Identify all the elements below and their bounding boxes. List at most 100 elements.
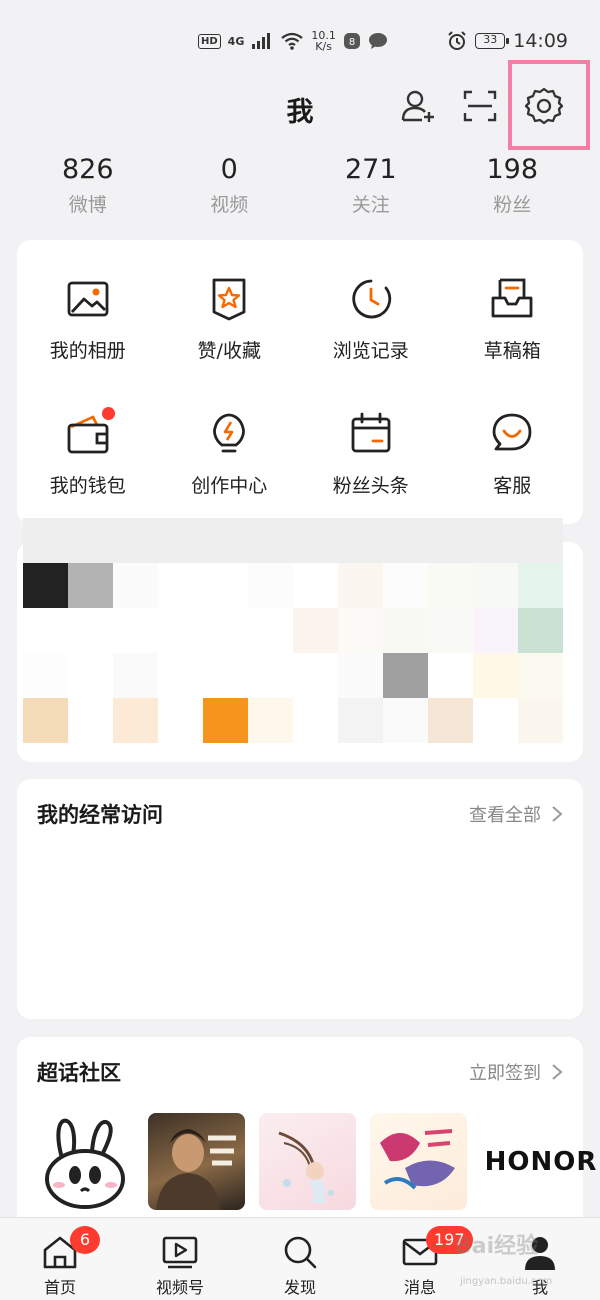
mosaic-cell (383, 698, 428, 743)
check-in-link[interactable]: 立即签到 (469, 1059, 563, 1085)
topic-thumb-drama[interactable] (370, 1113, 467, 1210)
tool-label: 草稿箱 (483, 340, 541, 362)
tool-label: 创作中心 (191, 475, 268, 497)
customer-service-icon (492, 413, 532, 451)
mosaic-cell (113, 653, 158, 698)
view-all-link[interactable]: 查看全部 (469, 801, 563, 827)
tab-video[interactable]: 视频号 (120, 1218, 240, 1300)
mosaic-cell (203, 563, 248, 608)
topic-thumb-movie[interactable] (148, 1113, 245, 1210)
stat-videos[interactable]: 0 视频 (159, 150, 301, 230)
watermark-subtext: jingyan.baidu.com (460, 1276, 553, 1287)
stat-value: 198 (486, 154, 539, 185)
mosaic-cell (113, 563, 158, 608)
stat-following[interactable]: 271 关注 (300, 150, 442, 230)
topic-thumb-bunny[interactable] (37, 1113, 134, 1210)
mosaic-cell (428, 608, 473, 653)
fans-headline-icon (351, 412, 391, 453)
tool-label: 赞/收藏 (197, 340, 261, 362)
mosaic-cell (68, 563, 113, 608)
honor-brand-text[interactable]: HONOR (481, 1113, 600, 1210)
network-type: 4G (227, 34, 245, 48)
signal-icon (252, 33, 271, 49)
alarm-icon (448, 31, 466, 50)
stat-weibo[interactable]: 826 微博 (17, 150, 159, 230)
banner-gray-strip (23, 518, 563, 563)
svg-text:8: 8 (349, 37, 355, 48)
mosaic-cell (518, 698, 563, 743)
tool-favorites[interactable]: 赞/收藏 (159, 254, 301, 389)
status-right-group: 33 14:09 (447, 30, 568, 52)
mosaic-cell (473, 698, 518, 743)
history-icon (352, 279, 391, 319)
settings-highlight-box (508, 60, 590, 150)
tab-label: 首页 (43, 1278, 76, 1297)
stat-followers[interactable]: 198 粉丝 (442, 150, 584, 230)
tool-label: 我的相册 (49, 340, 126, 362)
mosaic-cell (473, 563, 518, 608)
tool-drafts[interactable]: 草稿箱 (442, 254, 584, 389)
frequent-visits-title: 我的经常访问 (37, 803, 163, 827)
video-icon (162, 1236, 198, 1269)
tab-label: 视频号 (155, 1278, 204, 1297)
home-badge: 6 (70, 1226, 100, 1254)
battery-indicator: 33 (475, 33, 510, 49)
scan-icon[interactable] (460, 86, 500, 126)
tool-history[interactable]: 浏览记录 (300, 254, 442, 389)
mosaic-cell (473, 608, 518, 653)
stat-value: 0 (220, 154, 238, 185)
chevron-right-icon (552, 806, 563, 822)
mosaic-cell (383, 563, 428, 608)
tool-fans-headline[interactable]: 粉丝头条 (300, 389, 442, 524)
mosaic-cell (248, 608, 293, 653)
anime-girl-image (278, 1131, 334, 1203)
net-speed-unit: K/s (315, 40, 332, 53)
tool-label: 客服 (493, 475, 532, 497)
tool-wallet[interactable]: 我的钱包 (17, 389, 159, 524)
mosaic-cell (203, 653, 248, 698)
add-friend-icon[interactable] (398, 86, 438, 126)
tab-home[interactable]: 首页 6 (0, 1218, 120, 1300)
promo-banner[interactable] (17, 542, 583, 762)
topic-thumb-illustration[interactable] (259, 1113, 356, 1210)
creator-icon (213, 413, 246, 453)
status-left-group: HD 4G 10.1 K/s 8 (198, 30, 388, 52)
tab-label: 发现 (283, 1278, 316, 1297)
tools-card: 我的相册 赞/收藏 浏览记录 草稿箱 我的钱包 创作中心 粉丝头条 客服 (17, 240, 583, 524)
album-icon (67, 281, 109, 317)
mosaic-cell (68, 698, 113, 743)
view-all-label: 查看全部 (469, 805, 541, 826)
mosaic-cell (383, 608, 428, 653)
mosaic-cell (293, 608, 338, 653)
mosaic-cell (68, 653, 113, 698)
tab-discover[interactable]: 发现 (240, 1218, 360, 1300)
mosaic-cell (248, 563, 293, 608)
mosaic-cell (428, 653, 473, 698)
search-icon (284, 1236, 317, 1269)
tab-label: 消息 (403, 1278, 436, 1297)
stat-label: 关注 (351, 194, 390, 216)
tool-creator-center[interactable]: 创作中心 (159, 389, 301, 524)
mosaic-cell (23, 653, 68, 698)
mosaic-cell (158, 653, 203, 698)
stat-label: 微博 (68, 194, 107, 216)
tool-album[interactable]: 我的相册 (17, 254, 159, 389)
mosaic-cell (68, 608, 113, 653)
stat-value: 271 (344, 154, 397, 185)
wallet-icon-wrap (63, 407, 115, 459)
mosaic-cell (203, 698, 248, 743)
frequent-visits-card: 我的经常访问 查看全部 (17, 779, 583, 1019)
mosaic-cell (113, 608, 158, 653)
tool-customer-service[interactable]: 客服 (442, 389, 584, 524)
tool-label: 我的钱包 (49, 475, 126, 497)
mosaic-cell (158, 608, 203, 653)
mosaic-cell (428, 563, 473, 608)
mosaic-cell (293, 698, 338, 743)
app-notification-icon: 8 (343, 33, 360, 49)
movie-poster-image (156, 1129, 236, 1210)
chat-notification-icon (368, 33, 387, 49)
wifi-icon (281, 32, 304, 50)
mosaic-cell (518, 653, 563, 698)
clock: 14:09 (513, 30, 568, 52)
super-topic-card: 超话社区 立即签到 HONOR (17, 1037, 596, 1237)
